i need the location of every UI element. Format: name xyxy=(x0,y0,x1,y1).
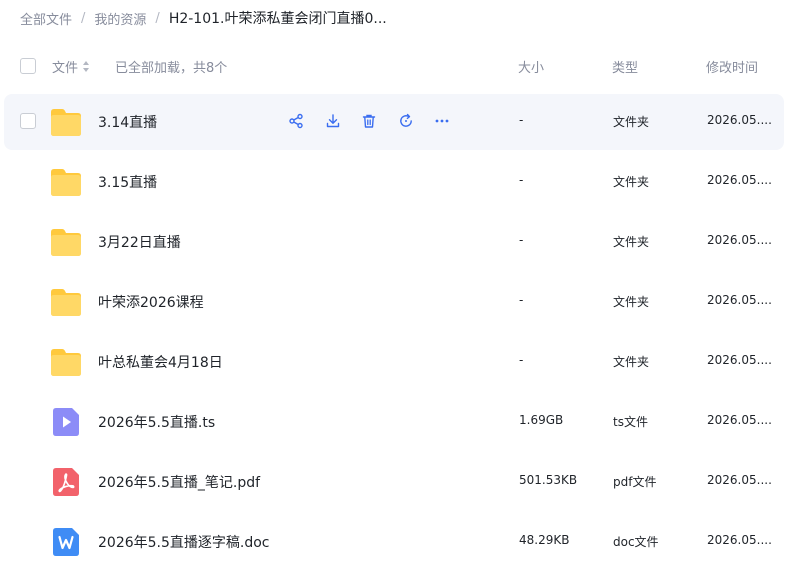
file-modified-date: 2026.05.... xyxy=(707,173,772,187)
file-type: 文件夹 xyxy=(613,355,650,369)
folder-icon xyxy=(50,287,82,317)
breadcrumb-current-folder: H2-101.叶荣添私董会闭门直播0... xyxy=(168,11,387,27)
file-type: pdf文件 xyxy=(613,475,657,489)
file-type: doc文件 xyxy=(613,535,659,549)
folder-icon xyxy=(50,167,82,197)
video-file-icon xyxy=(50,407,82,437)
column-header-modified: 修改时间 xyxy=(706,61,759,76)
breadcrumb-my-resources[interactable]: 我的资源 xyxy=(94,9,146,28)
column-header-name[interactable]: 文件 xyxy=(52,57,90,76)
file-size: - xyxy=(519,233,524,247)
file-modified-date: 2026.05.... xyxy=(707,113,772,127)
file-type: ts文件 xyxy=(613,415,648,429)
folder-icon xyxy=(50,227,82,257)
file-row[interactable]: 3月22日直播 - 文件夹 2026.05.... xyxy=(0,212,802,272)
breadcrumb-separator: / xyxy=(155,10,160,26)
file-row[interactable]: 3.15直播 - 文件夹 2026.05.... xyxy=(0,152,802,212)
file-list: 3.14直播 - 文件夹 2026.05.... 3.15直播 - 文件夹 20… xyxy=(0,92,802,572)
sort-icon[interactable] xyxy=(83,61,90,72)
file-type: 文件夹 xyxy=(613,295,650,309)
file-list-header: 文件 已全部加载，共8个 大小 类型 修改时间 xyxy=(0,44,802,88)
column-header-name-label: 文件 xyxy=(52,61,79,76)
file-modified-date: 2026.05.... xyxy=(707,293,772,307)
restore-icon[interactable] xyxy=(398,113,414,129)
file-size: - xyxy=(519,293,524,307)
file-size: 1.69GB xyxy=(519,413,564,427)
file-row[interactable]: 2026年5.5直播逐字稿.doc 48.29KB doc文件 2026.05.… xyxy=(0,512,802,572)
file-size: - xyxy=(519,113,524,127)
breadcrumb-separator: / xyxy=(81,10,86,26)
file-row[interactable]: 叶荣添2026课程 - 文件夹 2026.05.... xyxy=(0,272,802,332)
folder-icon xyxy=(50,347,82,377)
download-icon[interactable] xyxy=(325,113,341,129)
word-file-icon xyxy=(50,527,82,557)
file-name[interactable]: 2026年5.5直播_笔记.pdf xyxy=(98,472,260,492)
loaded-count-text: 已全部加载，共8个 xyxy=(115,61,228,76)
select-all-checkbox[interactable] xyxy=(20,58,36,74)
file-name[interactable]: 叶荣添2026课程 xyxy=(98,292,204,312)
file-row[interactable]: 叶总私董会4月18日 - 文件夹 2026.05.... xyxy=(0,332,802,392)
file-modified-date: 2026.05.... xyxy=(707,233,772,247)
file-row[interactable]: 3.14直播 - 文件夹 2026.05.... xyxy=(0,92,802,152)
file-modified-date: 2026.05.... xyxy=(707,413,772,427)
file-modified-date: 2026.05.... xyxy=(707,533,772,547)
breadcrumb-all-files[interactable]: 全部文件 xyxy=(20,9,72,28)
file-type: 文件夹 xyxy=(613,235,650,249)
pdf-file-icon xyxy=(50,467,82,497)
file-type: 文件夹 xyxy=(613,175,650,189)
delete-icon[interactable] xyxy=(361,113,377,129)
file-size: - xyxy=(519,173,524,187)
row-checkbox[interactable] xyxy=(20,113,36,129)
folder-icon xyxy=(50,107,82,137)
file-browser: 全部文件 / 我的资源 / H2-101.叶荣添私董会闭门直播0... 文件 已… xyxy=(0,0,802,583)
row-action-bar xyxy=(288,113,471,129)
file-type: 文件夹 xyxy=(613,115,650,129)
file-size: 501.53KB xyxy=(519,473,578,487)
file-name[interactable]: 2026年5.5直播.ts xyxy=(98,412,215,432)
file-name[interactable]: 2026年5.5直播逐字稿.doc xyxy=(98,532,270,552)
file-row[interactable]: 2026年5.5直播_笔记.pdf 501.53KB pdf文件 2026.05… xyxy=(0,452,802,512)
breadcrumb: 全部文件 / 我的资源 / H2-101.叶荣添私董会闭门直播0... xyxy=(20,8,387,28)
file-modified-date: 2026.05.... xyxy=(707,353,772,367)
column-header-size: 大小 xyxy=(518,61,545,76)
file-name[interactable]: 3.14直播 xyxy=(98,112,157,132)
file-name[interactable]: 3.15直播 xyxy=(98,172,157,192)
file-modified-date: 2026.05.... xyxy=(707,473,772,487)
file-row[interactable]: 2026年5.5直播.ts 1.69GB ts文件 2026.05.... xyxy=(0,392,802,452)
share-icon[interactable] xyxy=(288,113,304,129)
file-name[interactable]: 3月22日直播 xyxy=(98,232,181,252)
file-name[interactable]: 叶总私董会4月18日 xyxy=(98,352,223,372)
column-header-type: 类型 xyxy=(612,61,639,76)
file-size: - xyxy=(519,353,524,367)
file-size: 48.29KB xyxy=(519,533,570,547)
more-icon[interactable] xyxy=(434,113,450,129)
